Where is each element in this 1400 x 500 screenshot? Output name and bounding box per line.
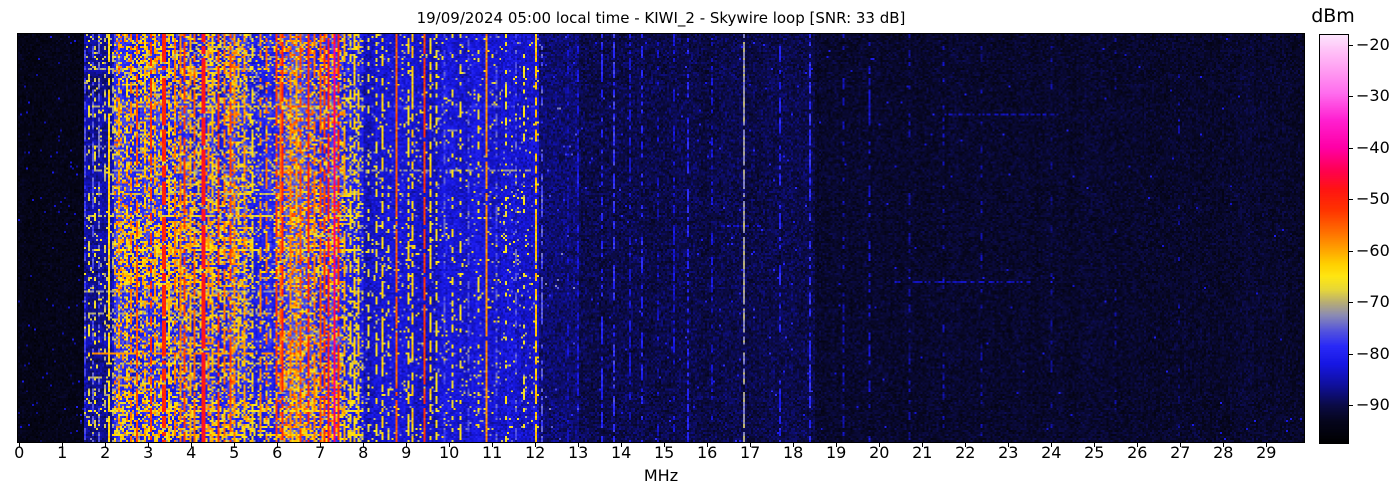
x-axis-tick-label: 20	[869, 443, 890, 462]
colorbar-tick	[1349, 147, 1353, 149]
colorbar-tick-label: −40	[1356, 137, 1390, 157]
x-axis-tick-label: 26	[1127, 443, 1148, 462]
figure-root: 19/09/2024 05:00 local time - KIWI_2 - S…	[0, 0, 1400, 500]
x-axis-tick-label: 5	[229, 443, 240, 462]
x-axis-tick-label: 12	[525, 443, 546, 462]
colorbar-tick-label: −30	[1356, 86, 1390, 106]
colorbar-title: dBm	[1311, 5, 1355, 27]
x-axis-tick-label: 1	[57, 443, 68, 462]
x-axis-tick-label: 7	[315, 443, 326, 462]
chart-title: 19/09/2024 05:00 local time - KIWI_2 - S…	[416, 9, 906, 27]
colorbar-tick	[1349, 250, 1353, 252]
x-axis-tick-label: 2	[100, 443, 111, 462]
x-axis-label: MHz	[643, 466, 679, 485]
x-axis-tick-label: 13	[568, 443, 589, 462]
x-axis-tick-label: 19	[826, 443, 847, 462]
x-axis-tick-label: 0	[14, 443, 25, 462]
x-axis-tick-label: 18	[783, 443, 804, 462]
x-axis-tick-label: 27	[1170, 443, 1191, 462]
x-axis-tick-label: 8	[358, 443, 369, 462]
x-axis-tick-label: 28	[1213, 443, 1234, 462]
x-axis-tick-label: 24	[1041, 443, 1062, 462]
x-axis-tick-label: 23	[998, 443, 1019, 462]
colorbar-tick	[1349, 199, 1353, 201]
colorbar-tick-label: −70	[1356, 292, 1390, 312]
colorbar-canvas	[1320, 35, 1348, 443]
colorbar-tick	[1349, 44, 1353, 46]
x-axis-tick-label: 25	[1084, 443, 1105, 462]
colorbar-tick	[1349, 353, 1353, 355]
x-axis-tick-label: 3	[143, 443, 154, 462]
x-axis-tick-label: 6	[272, 443, 283, 462]
x-axis-tick-label: 15	[654, 443, 675, 462]
x-axis-tick-label: 16	[697, 443, 718, 462]
colorbar-tick-label: −20	[1356, 34, 1390, 54]
x-axis-tick-label: 4	[186, 443, 197, 462]
x-axis-tick-label: 17	[740, 443, 761, 462]
colorbar-tick-label: −80	[1356, 343, 1390, 363]
x-axis-tick-label: 11	[482, 443, 503, 462]
colorbar	[1319, 34, 1349, 444]
colorbar-tick-label: −60	[1356, 240, 1390, 260]
x-axis-tick-label: 10	[439, 443, 460, 462]
colorbar-tick-label: −90	[1356, 395, 1390, 415]
colorbar-tick	[1349, 96, 1353, 98]
x-axis-tick-label: 9	[401, 443, 412, 462]
x-axis-tick-label: 29	[1256, 443, 1277, 462]
plot-area	[17, 33, 1305, 443]
colorbar-tick-label: −50	[1356, 189, 1390, 209]
spectrogram-canvas	[18, 34, 1304, 442]
colorbar-tick	[1349, 302, 1353, 304]
x-axis-tick-label: 21	[912, 443, 933, 462]
x-axis-tick-label: 22	[955, 443, 976, 462]
x-axis-tick-label: 14	[611, 443, 632, 462]
colorbar-tick	[1349, 405, 1353, 407]
